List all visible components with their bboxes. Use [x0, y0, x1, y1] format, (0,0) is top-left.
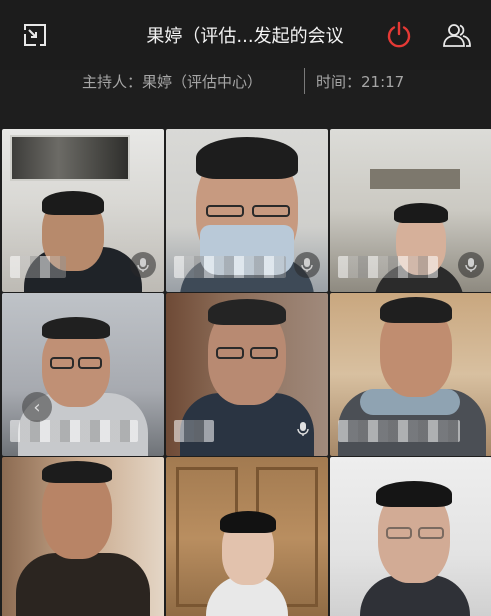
chevron-left-icon[interactable]: ‹	[22, 392, 52, 422]
microphone-icon	[458, 252, 484, 278]
video-tile[interactable]	[166, 129, 328, 292]
glasses	[78, 357, 102, 369]
participant-name	[10, 256, 66, 278]
glasses	[386, 527, 412, 539]
person-hair	[42, 191, 104, 215]
video-tile[interactable]	[330, 129, 491, 292]
wall-painting	[10, 135, 130, 181]
meeting-time: 时间：21:17	[316, 73, 405, 91]
video-tile[interactable]	[330, 293, 491, 456]
glasses	[216, 347, 244, 359]
glasses	[250, 347, 278, 359]
person-hair	[376, 481, 452, 507]
microphone-icon	[294, 252, 320, 278]
participant-name	[338, 256, 438, 278]
glasses	[418, 527, 444, 539]
glasses	[50, 357, 74, 369]
glasses	[206, 205, 244, 217]
ceiling-shelf	[370, 169, 460, 189]
video-tile[interactable]	[166, 293, 328, 456]
video-tile[interactable]	[2, 457, 164, 616]
video-tile[interactable]	[330, 457, 491, 616]
participant-name	[10, 420, 138, 442]
minimize-window-icon[interactable]	[18, 18, 52, 52]
person-hair	[42, 317, 110, 339]
person-body	[16, 553, 150, 616]
meeting-title: 果婷（评估...发起的会议	[146, 26, 344, 47]
person-hair	[208, 299, 286, 325]
video-grid	[2, 129, 491, 616]
participant-name	[174, 256, 286, 278]
video-tile[interactable]	[166, 457, 328, 616]
participants-icon[interactable]	[440, 18, 474, 52]
person-hair	[42, 461, 112, 483]
glasses	[252, 205, 290, 217]
video-tile[interactable]	[2, 293, 164, 456]
person-hair	[196, 137, 298, 179]
participant-name	[174, 420, 214, 442]
person-hair	[394, 203, 448, 223]
person-hair	[220, 511, 276, 533]
power-icon[interactable]	[382, 18, 416, 52]
person-hair	[380, 297, 452, 323]
microphone-icon	[130, 252, 156, 278]
video-tile[interactable]	[2, 129, 164, 292]
host-label: 主持人：果婷（评估中心）	[82, 73, 263, 91]
meeting-info-bar: 主持人：果婷（评估中心） 时间：21:17	[0, 60, 491, 100]
participant-name	[338, 420, 460, 442]
info-divider	[304, 68, 305, 94]
microphone-icon	[290, 416, 316, 442]
